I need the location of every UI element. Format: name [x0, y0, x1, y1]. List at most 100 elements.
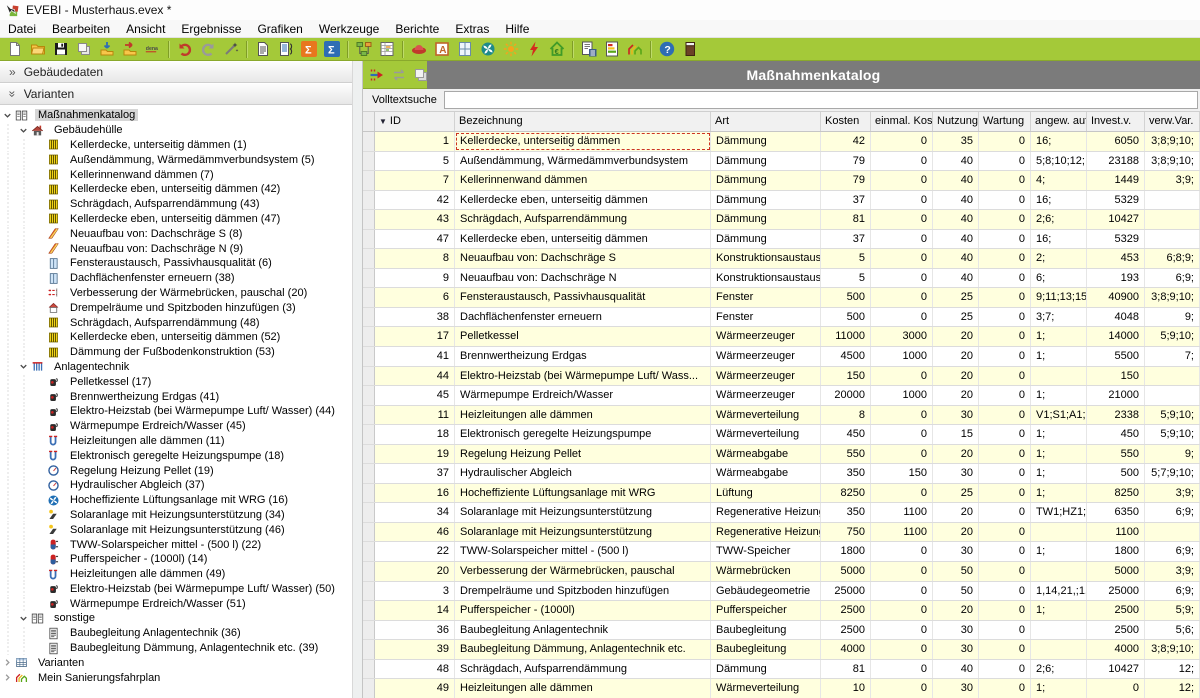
cell-angew-auf[interactable]	[1031, 523, 1087, 542]
cell-wartung[interactable]: 0	[979, 660, 1031, 679]
tree-item[interactable]: Fensteraustausch, Passivhausqualität (6)	[0, 256, 352, 271]
cell-einmal-kos-[interactable]: 0	[871, 288, 933, 307]
cell-einmal-kos-[interactable]: 0	[871, 640, 933, 659]
cell-id[interactable]: 47	[375, 230, 455, 249]
cell-art[interactable]: Lüftung	[711, 484, 821, 503]
cell-bezeichnung[interactable]: Verbesserung der Wärmebrücken, pauschal	[455, 562, 711, 581]
cell-kosten[interactable]: 42	[821, 132, 871, 151]
cell-id[interactable]: 49	[375, 679, 455, 698]
cell-invest-v-[interactable]: 2500	[1087, 601, 1145, 620]
cell-nutzung[interactable]: 30	[933, 679, 979, 698]
cell-verw-var-[interactable]: 5;7;9;10;	[1145, 464, 1200, 483]
cell-einmal-kos-[interactable]: 0	[871, 601, 933, 620]
cell-verw-var-[interactable]: 3;8;9;10;	[1145, 288, 1200, 307]
cell-invest-v-[interactable]: 450	[1087, 425, 1145, 444]
cell-einmal-kos-[interactable]: 0	[871, 249, 933, 268]
cell-bezeichnung[interactable]: Baubegleitung Dämmung, Anlagentechnik et…	[455, 640, 711, 659]
table-row[interactable]: 7Kellerinnenwand dämmenDämmung7904004;14…	[363, 171, 1200, 191]
cell-nutzung[interactable]: 20	[933, 386, 979, 405]
cell-nutzung[interactable]: 20	[933, 347, 979, 366]
tree-item[interactable]: Elektro-Heizstab (bei Wärmepumpe Luft/ W…	[0, 404, 352, 419]
cell-art[interactable]: Konstruktionsaustausch	[711, 249, 821, 268]
tree-item[interactable]: Solaranlage mit Heizungsunterstützung (3…	[0, 508, 352, 523]
tree-item[interactable]: Kellerdecke eben, unterseitig dämmen (42…	[0, 182, 352, 197]
cell-angew-auf[interactable]: 2;6;	[1031, 210, 1087, 229]
cell-verw-var-[interactable]: 6;9;	[1145, 269, 1200, 288]
menu-berichte[interactable]: Berichte	[387, 21, 447, 37]
table-row[interactable]: 20Verbesserung der Wärmebrücken, pauscha…	[363, 562, 1200, 582]
cell-bezeichnung[interactable]: Pelletkessel	[455, 327, 711, 346]
cell-kosten[interactable]: 79	[821, 152, 871, 171]
filter-icon[interactable]: ▼	[379, 117, 387, 126]
cell-id[interactable]: 16	[375, 484, 455, 503]
cell-id[interactable]: 45	[375, 386, 455, 405]
swap-arrows-button[interactable]	[389, 65, 408, 84]
cell-verw-var-[interactable]	[1145, 367, 1200, 386]
menu-grafiken[interactable]: Grafiken	[249, 21, 310, 37]
tree-item[interactable]: Maßnahmenkatalog	[0, 108, 352, 123]
cell-angew-auf[interactable]: 4;	[1031, 171, 1087, 190]
cell-art[interactable]: Dämmung	[711, 191, 821, 210]
cell-einmal-kos-[interactable]: 0	[871, 679, 933, 698]
cell-bezeichnung[interactable]: Schrägdach, Aufsparrendämmung	[455, 210, 711, 229]
tree-item[interactable]: Kellerdecke, unterseitig dämmen (1)	[0, 138, 352, 153]
cell-nutzung[interactable]: 40	[933, 191, 979, 210]
cell-kosten[interactable]: 5	[821, 249, 871, 268]
cell-art[interactable]: Regenerative Heizung	[711, 503, 821, 522]
cell-angew-auf[interactable]: 6;	[1031, 269, 1087, 288]
cell-nutzung[interactable]: 20	[933, 523, 979, 542]
cell-angew-auf[interactable]: 9;11;13;15...	[1031, 288, 1087, 307]
cell-art[interactable]: Wärmebrücken	[711, 562, 821, 581]
cell-einmal-kos-[interactable]: 0	[871, 210, 933, 229]
cell-bezeichnung[interactable]: Pufferspeicher - (1000l)	[455, 601, 711, 620]
cell-invest-v-[interactable]: 500	[1087, 464, 1145, 483]
column-header-9[interactable]: verw.Var.	[1145, 112, 1200, 131]
cell-angew-auf[interactable]	[1031, 640, 1087, 659]
cell-bezeichnung[interactable]: Neuaufbau von: Dachschräge N	[455, 269, 711, 288]
cell-bezeichnung[interactable]: Elektronisch geregelte Heizungspumpe	[455, 425, 711, 444]
tree-item[interactable]: Schrägdach, Aufsparrendämmung (43)	[0, 197, 352, 212]
tree-item[interactable]: Kellerdecke eben, unterseitig dämmen (52…	[0, 330, 352, 345]
cell-kosten[interactable]: 10	[821, 679, 871, 698]
cell-wartung[interactable]: 0	[979, 152, 1031, 171]
cell-wartung[interactable]: 0	[979, 386, 1031, 405]
tree-item[interactable]: Baubegleitung Anlagentechnik (36)	[0, 626, 352, 641]
cell-nutzung[interactable]: 30	[933, 621, 979, 640]
magic-wand-button[interactable]	[219, 40, 242, 59]
cell-angew-auf[interactable]: 16;	[1031, 132, 1087, 151]
cell-kosten[interactable]: 37	[821, 191, 871, 210]
cell-kosten[interactable]: 1800	[821, 542, 871, 561]
tree-item[interactable]: Außendämmung, Wärmedämmverbundsystem (5)	[0, 152, 352, 167]
cell-invest-v-[interactable]: 150	[1087, 367, 1145, 386]
cell-id[interactable]: 38	[375, 308, 455, 327]
expand-right-icon[interactable]	[0, 672, 14, 683]
table-row[interactable]: 41Brennwertheizung ErdgasWärmeerzeuger45…	[363, 347, 1200, 367]
table-row[interactable]: 47Kellerdecke eben, unterseitig dämmenDä…	[363, 230, 1200, 250]
cell-einmal-kos-[interactable]: 0	[871, 406, 933, 425]
tree-item[interactable]: Baubegleitung Dämmung, Anlagentechnik et…	[0, 641, 352, 656]
cell-nutzung[interactable]: 40	[933, 171, 979, 190]
cell-art[interactable]: Baubegleitung	[711, 621, 821, 640]
cell-invest-v-[interactable]: 14000	[1087, 327, 1145, 346]
cell-kosten[interactable]: 450	[821, 425, 871, 444]
cell-bezeichnung[interactable]: Außendämmung, Wärmedämmverbundsystem	[455, 152, 711, 171]
undo-button[interactable]	[173, 40, 196, 59]
cell-verw-var-[interactable]: 3;9;	[1145, 171, 1200, 190]
cell-nutzung[interactable]: 40	[933, 210, 979, 229]
search-input[interactable]	[444, 91, 1198, 109]
column-header-4[interactable]: einmal. Kos...	[871, 112, 933, 131]
cell-art[interactable]: Wärmeabgabe	[711, 464, 821, 483]
cell-nutzung[interactable]: 25	[933, 308, 979, 327]
sigma-orange-button[interactable]: Σ	[297, 40, 320, 59]
cell-wartung[interactable]: 0	[979, 406, 1031, 425]
energy-cert-button[interactable]	[600, 40, 623, 59]
cell-einmal-kos-[interactable]: 1100	[871, 523, 933, 542]
tree-item[interactable]: Wärmepumpe Erdreich/Wasser (51)	[0, 596, 352, 611]
cell-art[interactable]: Wärmeverteilung	[711, 679, 821, 698]
cell-verw-var-[interactable]: 3;8;9;10;	[1145, 152, 1200, 171]
open-folder-button[interactable]	[26, 40, 49, 59]
cell-id[interactable]: 17	[375, 327, 455, 346]
cell-invest-v-[interactable]: 25000	[1087, 582, 1145, 601]
cell-invest-v-[interactable]: 550	[1087, 445, 1145, 464]
cell-kosten[interactable]: 20000	[821, 386, 871, 405]
